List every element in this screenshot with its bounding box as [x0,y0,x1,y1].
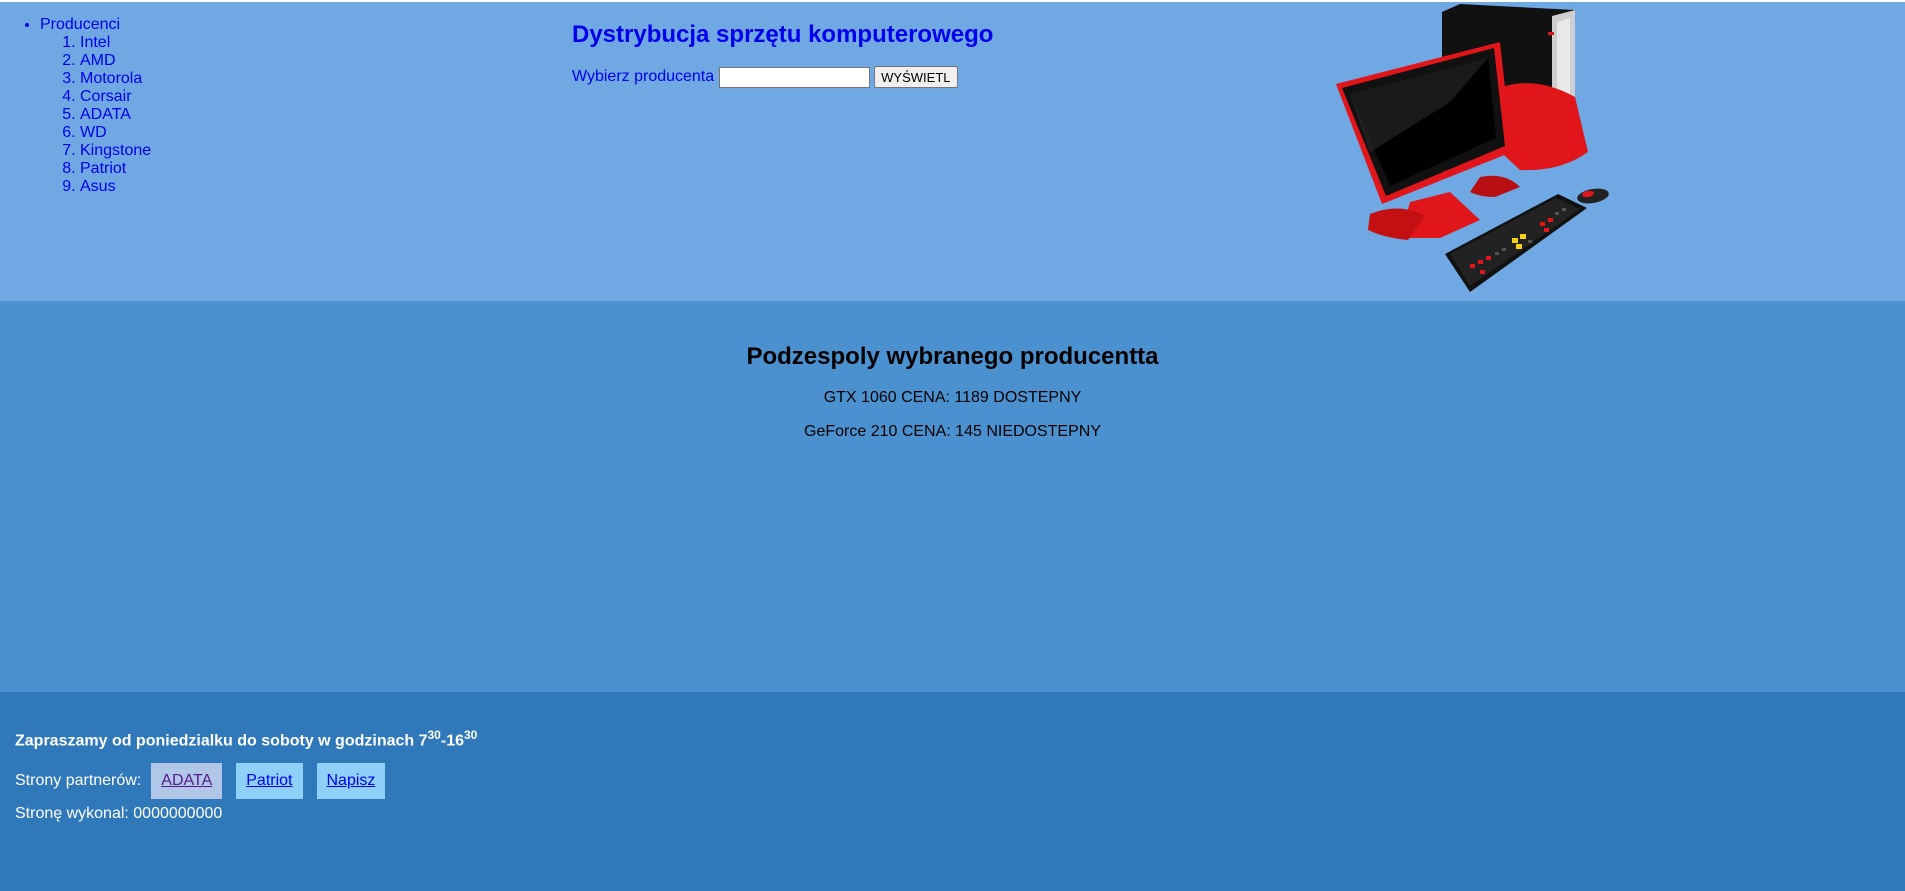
partners-row: Strony partnerów: ADATA Patriot Napisz [15,763,399,799]
producer-item: WD [80,124,560,142]
producer-item: Kingstone [80,142,560,160]
products-heading: Podzespoly wybranego producentta [746,343,1159,370]
producer-item: Patriot [80,160,560,178]
producer-nav: Producenci Intel AMD Motorola Corsair AD… [0,16,560,196]
page: Producenci Intel AMD Motorola Corsair AD… [0,0,1905,891]
producer-item: Intel [80,34,560,52]
main-section: Podzespoly wybranego producentta GTX 106… [0,301,1905,692]
partner-link-patriot[interactable]: Patriot [236,763,303,799]
show-button[interactable]: WYŚWIETL [874,66,958,88]
producer-form: Wybierz producenta WYŚWIETL [572,66,1272,88]
nav-item-producenci: Producenci Intel AMD Motorola Corsair AD… [40,16,560,196]
product-row: GeForce 210 CENA: 145 NIEDOSTEPNY [804,423,1101,440]
producer-label: Wybierz producenta [572,68,715,85]
author-credit: Stronę wykonal: 0000000000 [15,805,223,822]
page-title: Dystrybucja sprzętu komputerowego [572,21,994,48]
hours-dash: -16 [440,732,464,750]
computer-set-icon [1336,4,1609,292]
nav-list: Producenci Intel AMD Motorola Corsair AD… [0,16,560,196]
nav-item-label: Producenci [40,16,121,33]
partners-label: Strony partnerów: [15,772,142,789]
header-center: Dystrybucja sprzętu komputerowego Wybier… [572,20,1272,88]
producer-input[interactable] [719,66,871,88]
producer-item: Motorola [80,70,560,88]
producer-item: Corsair [80,88,560,106]
hours-text: Zapraszamy od poniedzialku do soboty w g… [15,732,428,750]
producer-item: ADATA [80,106,560,124]
footer: Zapraszamy od poniedzialku do soboty w g… [0,692,1905,891]
partner-link-adata[interactable]: ADATA [151,763,223,799]
producer-list: Intel AMD Motorola Corsair ADATA WD King… [40,34,560,196]
hours-sup-end: 30 [463,728,478,742]
header-banner: Producenci Intel AMD Motorola Corsair AD… [0,2,1905,301]
opening-hours: Zapraszamy od poniedzialku do soboty w g… [15,728,477,750]
product-row: GTX 1060 CENA: 1189 DOSTEPNY [823,389,1082,406]
monitor-icon [1336,42,1512,240]
producer-item: Asus [80,178,560,196]
contact-link-napisz[interactable]: Napisz [316,763,386,799]
mouse-icon [1577,188,1609,204]
producer-item: AMD [80,52,560,70]
hours-sup-start: 30 [427,728,441,742]
